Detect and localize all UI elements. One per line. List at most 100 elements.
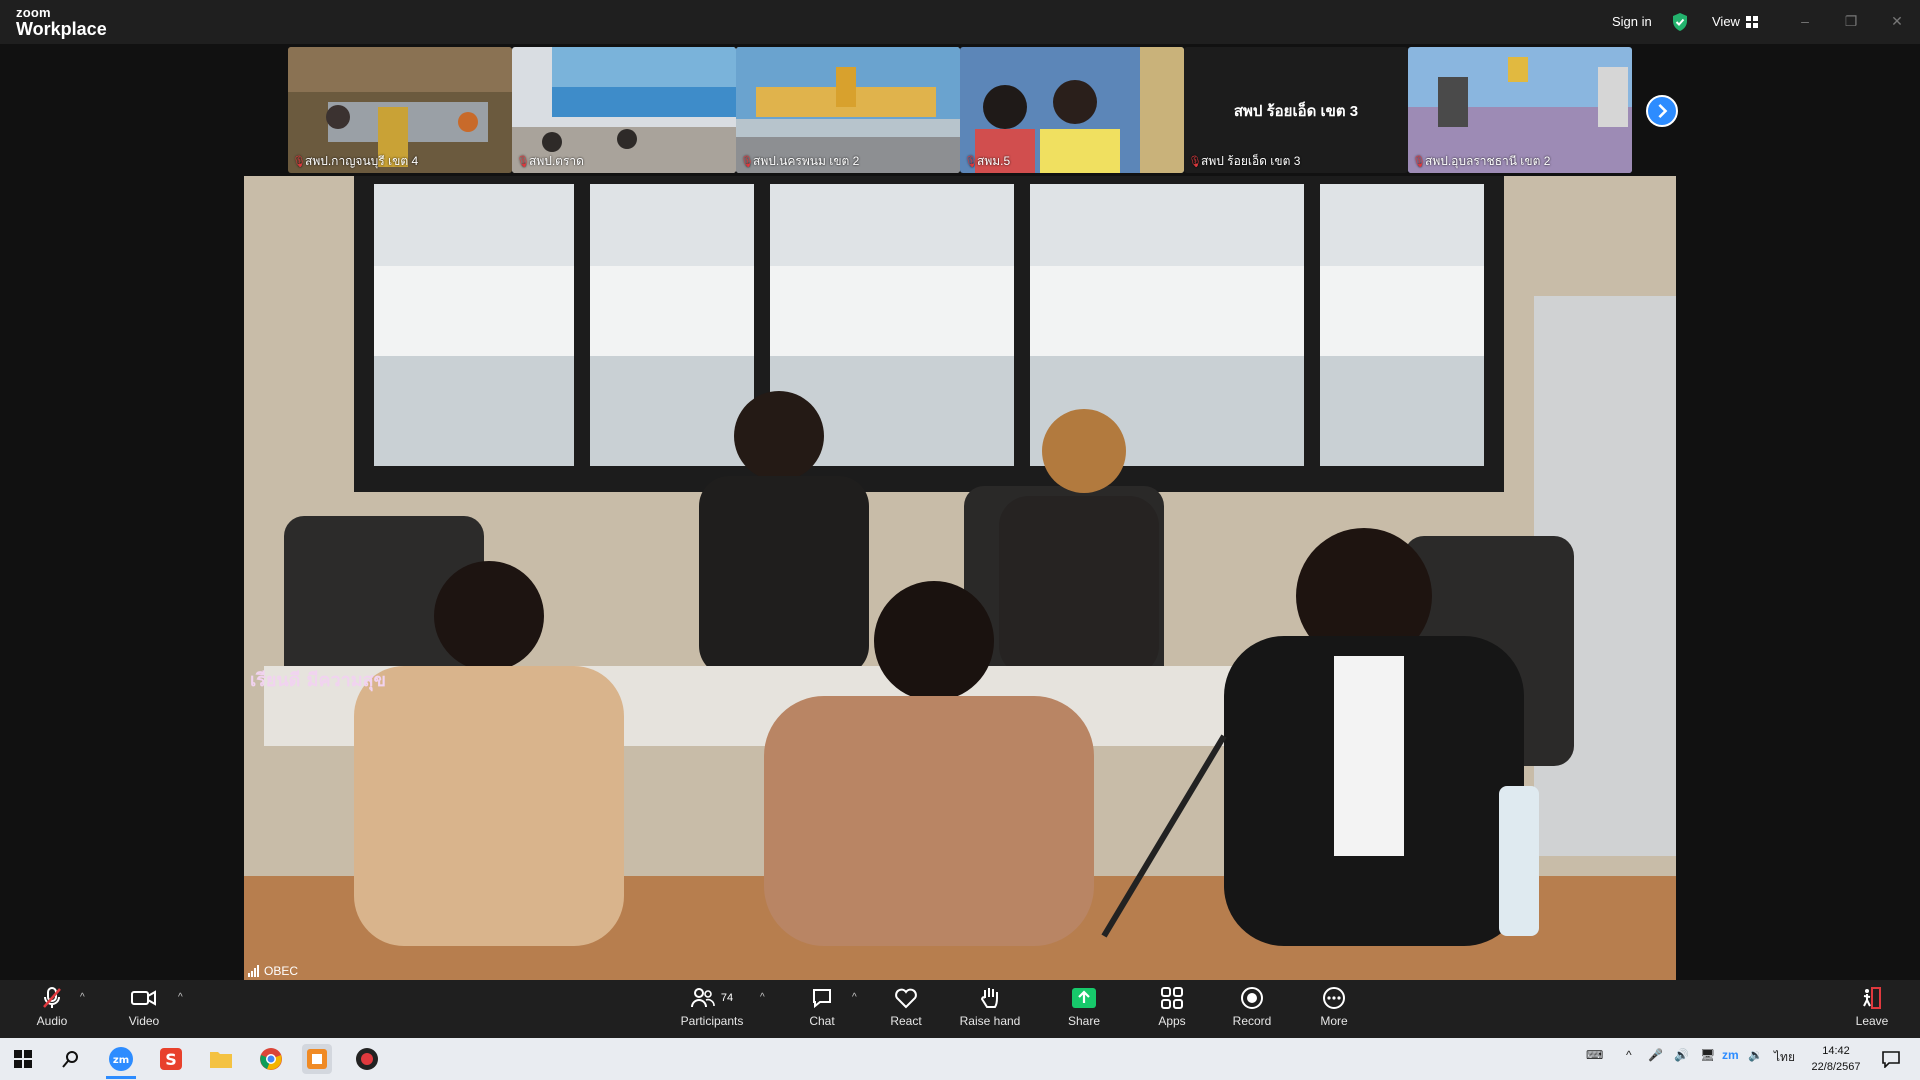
- chat-label: Chat: [809, 1014, 835, 1028]
- chrome-icon[interactable]: [256, 1044, 286, 1074]
- notifications-icon[interactable]: [1876, 1044, 1906, 1074]
- thumbnail-label: 🎙 สพป ร้อยเอ็ด เขต 3: [1188, 152, 1300, 171]
- clock-date: 22/8/2567: [1811, 1061, 1861, 1073]
- active-app-indicator: [106, 1076, 136, 1079]
- thumbnail-label: 🎙 สพป.นครพนม เขต 2: [740, 152, 859, 171]
- volume-tray-icon[interactable]: 🔉: [1748, 1048, 1763, 1062]
- audio-options-caret-icon[interactable]: ^: [80, 992, 85, 1003]
- react-label: React: [890, 1014, 922, 1028]
- chat-options-caret-icon[interactable]: ^: [852, 992, 857, 1003]
- leave-label: Leave: [1855, 1014, 1889, 1028]
- record-button[interactable]: Record: [1212, 984, 1292, 1034]
- participants-count: 74: [720, 992, 734, 1004]
- active-speaker-video[interactable]: เรียนดี มีความสุข OBEC: [244, 176, 1676, 980]
- participant-name: สพม.5: [977, 154, 1011, 168]
- presentation-app-icon[interactable]: [302, 1044, 332, 1074]
- raise-hand-button[interactable]: Raise hand: [950, 984, 1030, 1034]
- participants-button[interactable]: 74 Participants: [672, 984, 752, 1034]
- s-app-icon[interactable]: S: [156, 1044, 186, 1074]
- restore-icon[interactable]: ❐: [1836, 8, 1866, 34]
- sign-in-button[interactable]: Sign in: [1600, 10, 1664, 34]
- video-button[interactable]: Video: [104, 984, 184, 1034]
- participant-name: สพป ร้อยเอ็ด เขต 3: [1201, 154, 1301, 168]
- minimize-icon[interactable]: –: [1790, 8, 1820, 34]
- input-language[interactable]: ไทย: [1774, 1048, 1795, 1067]
- recording-app-icon[interactable]: [352, 1044, 382, 1074]
- more-label: More: [1320, 1014, 1348, 1028]
- participant-display-name: สพป ร้อยเอ็ด เขต 3: [1233, 103, 1359, 120]
- search-icon[interactable]: [56, 1044, 86, 1074]
- chat-icon: [813, 989, 831, 1009]
- mic-off-icon: 🎙: [516, 155, 530, 168]
- view-label: View: [1712, 14, 1740, 29]
- shield-check-icon[interactable]: [1671, 12, 1689, 32]
- share-button[interactable]: Share: [1044, 984, 1124, 1034]
- thumbnail-label: 🎙 สพม.5: [964, 152, 1010, 171]
- apps-icon: [1161, 987, 1183, 1009]
- grid-icon: [1745, 16, 1758, 28]
- file-explorer-icon[interactable]: [206, 1044, 236, 1074]
- network-tray-icon[interactable]: 🖥: [1700, 1048, 1715, 1062]
- video-options-caret-icon[interactable]: ^: [178, 992, 183, 1003]
- participant-thumbnail[interactable]: 🎙 สพม.5: [960, 47, 1184, 173]
- brand-large: Workplace: [16, 19, 107, 39]
- share-screen-icon: [1072, 988, 1096, 1008]
- participant-name: สพป.ตราด: [529, 154, 584, 168]
- speaker-tray-icon[interactable]: 🔊: [1674, 1048, 1689, 1062]
- view-button[interactable]: View: [1700, 10, 1770, 34]
- next-page-icon[interactable]: [1646, 95, 1678, 127]
- zoom-app-icon[interactable]: zm: [106, 1044, 136, 1074]
- more-button[interactable]: More: [1294, 984, 1374, 1034]
- record-icon: [1241, 987, 1263, 1009]
- video-feed: เรียนดี มีความสุข: [244, 176, 1676, 980]
- video-label: Video: [128, 1014, 160, 1028]
- clock-time: 14:42: [1822, 1045, 1850, 1057]
- chat-button[interactable]: Chat: [782, 984, 862, 1034]
- zoom-tray-icon[interactable]: zm: [1722, 1048, 1739, 1062]
- mic-off-icon: 🎙: [1188, 155, 1202, 168]
- participant-thumbnail[interactable]: 🎙 สพป.ตราด: [512, 47, 736, 173]
- brand-small: zoom: [16, 5, 51, 20]
- participant-thumbnail[interactable]: 🎙 สพป.กาญจนบุรี เขต 4: [288, 47, 512, 173]
- participant-name: สพป.กาญจนบุรี เขต 4: [305, 154, 419, 168]
- title-bar: zoom Workplace Sign in View – ❐ ✕: [0, 0, 1920, 44]
- speaker-label: OBEC: [248, 964, 298, 978]
- system-clock[interactable]: 14:42 22/8/2567: [1796, 1043, 1876, 1075]
- close-icon[interactable]: ✕: [1882, 8, 1912, 34]
- apps-label: Apps: [1158, 1014, 1186, 1028]
- raise-hand-label: Raise hand: [959, 1014, 1021, 1028]
- react-button[interactable]: React: [866, 984, 946, 1034]
- participants-options-caret-icon[interactable]: ^: [760, 992, 765, 1003]
- participant-thumbnail[interactable]: 🎙 สพป.นครพนม เขต 2: [736, 47, 960, 173]
- microphone-tray-icon[interactable]: 🎤: [1648, 1048, 1663, 1062]
- apps-button[interactable]: Apps: [1132, 984, 1212, 1034]
- speaker-name: OBEC: [264, 964, 299, 978]
- leave-button[interactable]: Leave: [1832, 984, 1912, 1034]
- meeting-toolbar: Audio ^ Video ^ 74 Participants ^ Chat ^…: [0, 980, 1920, 1038]
- windows-start-icon[interactable]: [8, 1044, 38, 1074]
- more-icon: [1323, 987, 1345, 1009]
- share-label: Share: [1067, 1014, 1101, 1028]
- mic-off-icon: 🎙: [1412, 155, 1426, 168]
- heart-icon: [895, 988, 917, 1009]
- thumbnail-label: 🎙 สพป.กาญจนบุรี เขต 4: [292, 152, 418, 171]
- zoom-workplace-logo: zoom Workplace: [16, 6, 107, 38]
- record-label: Record: [1232, 1014, 1272, 1028]
- thumbnail-label: 🎙 สพป.ตราด: [516, 152, 584, 171]
- participants-label: Participants: [680, 1014, 744, 1028]
- mic-off-icon: 🎙: [292, 155, 306, 168]
- participant-name: สพป.นครพนม เขต 2: [753, 154, 860, 168]
- participant-thumbnail[interactable]: 🎙 สพป.อุบลราชธานี เขต 2: [1408, 47, 1632, 173]
- hand-icon: [980, 988, 998, 1008]
- participant-name: สพป.อุบลราชธานี เขต 2: [1425, 154, 1551, 168]
- watermark-text: เรียนดี มีความสุข: [250, 670, 386, 692]
- camera-icon: [131, 990, 156, 1006]
- participant-thumbnail[interactable]: สพป ร้อยเอ็ด เขต 3 🎙 สพป ร้อยเอ็ด เขต 3: [1184, 47, 1408, 173]
- mic-off-icon: 🎙: [740, 155, 754, 168]
- keyboard-icon[interactable]: ⌨: [1586, 1048, 1603, 1062]
- mic-muted-icon: [43, 987, 61, 1008]
- signal-icon: [248, 965, 259, 977]
- tray-expand-caret-icon[interactable]: ^: [1626, 1048, 1632, 1062]
- participants-icon: [690, 988, 715, 1008]
- mic-off-icon: 🎙: [964, 155, 978, 168]
